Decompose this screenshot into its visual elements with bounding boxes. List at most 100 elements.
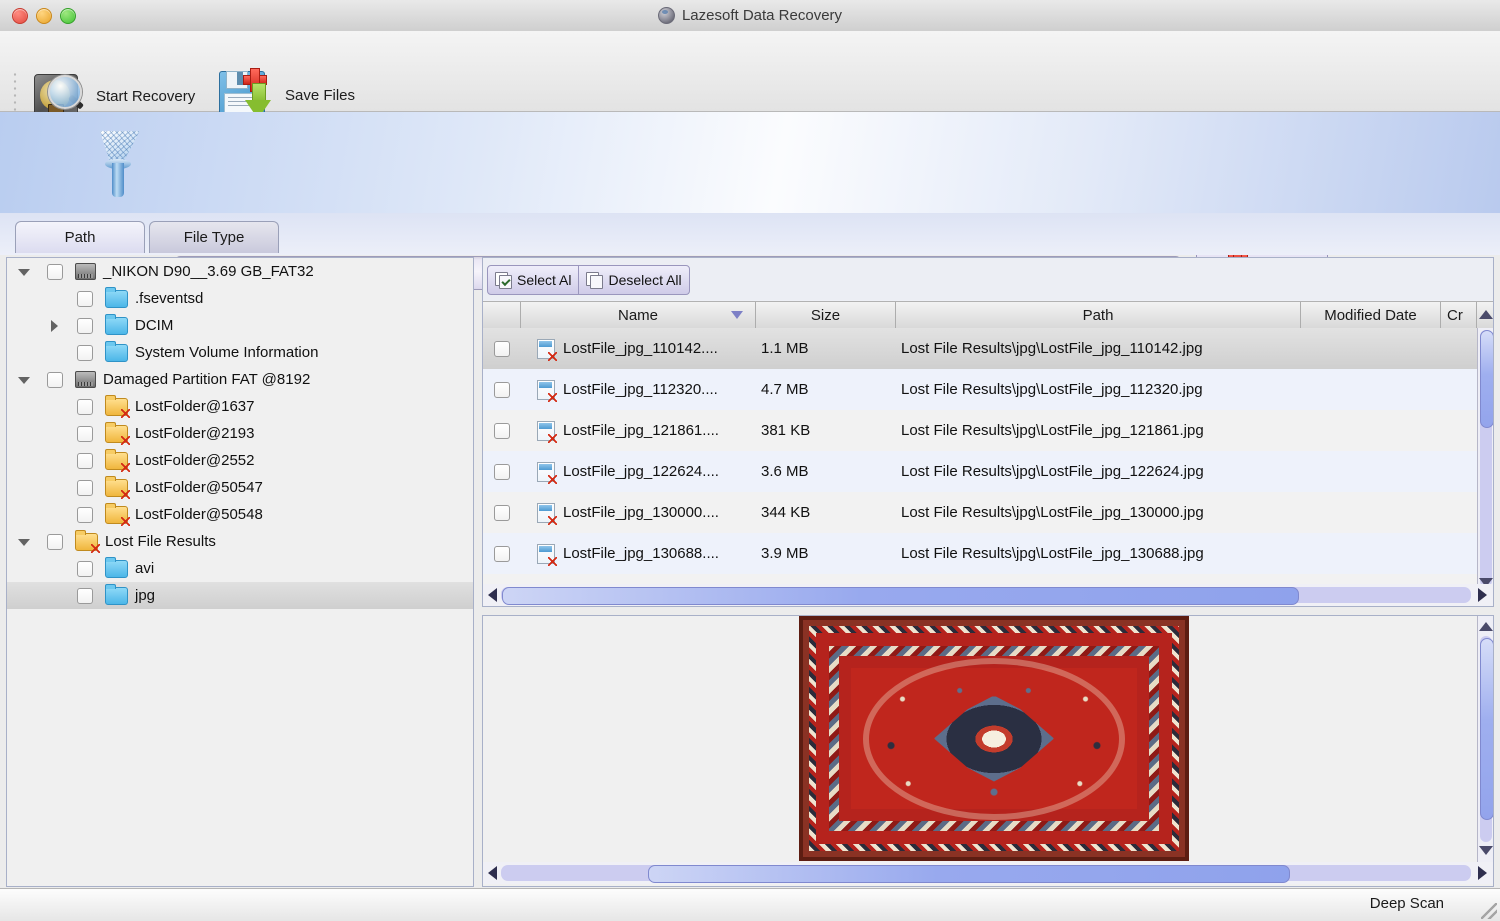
tree-item[interactable]: LostFolder@50547 [7,474,473,501]
window-title-text: Lazesoft Data Recovery [682,7,842,24]
row-name-cell: LostFile_jpg_110142.... [521,339,756,359]
row-checkbox-cell [483,423,521,439]
row-checkbox[interactable] [494,464,510,480]
row-checkbox[interactable] [494,546,510,562]
column-header-created-date[interactable]: Cr [1441,302,1477,329]
row-name-label: LostFile_jpg_110142.... [563,340,718,357]
chevron-down-icon[interactable] [17,265,31,279]
select-all-button[interactable]: Select Al [488,266,578,294]
application-window: Lazesoft Data Recovery Start Recovery Sa… [0,0,1500,920]
lost-jpg-file-icon [537,380,555,400]
row-checkbox[interactable] [494,382,510,398]
file-list-scroll-thumb[interactable] [1480,330,1494,428]
preview-horizontal-scrollbar[interactable] [483,862,1493,884]
tree-item[interactable]: LostFolder@50548 [7,501,473,528]
tree-item-checkbox[interactable] [77,507,93,523]
file-list-vertical-scrollbar[interactable] [1477,328,1494,589]
folder-icon [105,317,128,335]
table-row[interactable]: LostFile_jpg_110142....1.1 MBLost File R… [483,328,1477,369]
row-name-cell: LostFile_jpg_121861.... [521,421,756,441]
tree-item-checkbox[interactable] [77,345,93,361]
lost-folder-icon [105,398,128,416]
scroll-up-button[interactable] [1478,301,1494,328]
close-window-button[interactable] [12,8,28,24]
column-header-check[interactable] [483,302,521,329]
column-header-size[interactable]: Size [756,302,896,329]
tree-item-label: System Volume Information [135,344,318,361]
file-list-horizontal-scrollbar[interactable] [483,584,1493,606]
file-list-hscroll-thumb[interactable] [502,587,1299,605]
column-header-path[interactable]: Path [896,302,1301,329]
row-checkbox-cell [483,341,521,357]
table-row[interactable]: LostFile_jpg_130688....3.9 MBLost File R… [483,533,1477,574]
tree-item[interactable]: LostFolder@1637 [7,393,473,420]
column-header-name[interactable]: Name [521,302,756,329]
select-all-icon [495,272,512,288]
tree-item-checkbox[interactable] [77,453,93,469]
row-checkbox-cell [483,382,521,398]
tree-item[interactable]: DCIM [7,312,473,339]
chevron-right-icon[interactable] [47,319,61,333]
preview-scroll-up-button[interactable] [1478,616,1494,636]
path-tree: _NIKON D90__3.69 GB_FAT32.fseventsdDCIM S… [7,258,473,609]
lost-folder-icon [105,506,128,524]
window-title: Lazesoft Data Recovery [0,7,1500,24]
tree-item[interactable]: _NIKON D90__3.69 GB_FAT32 [7,258,473,285]
resize-grip[interactable] [1481,903,1497,919]
preview-scroll-right-button[interactable] [1473,862,1491,884]
tree-item-checkbox[interactable] [77,318,93,334]
tree-item-checkbox[interactable] [47,372,63,388]
table-row[interactable]: LostFile_jpg_122624....3.6 MBLost File R… [483,451,1477,492]
tree-item[interactable]: Damaged Partition FAT @8192 [7,366,473,393]
tree-item-checkbox[interactable] [77,588,93,604]
column-header-modified-date[interactable]: Modified Date [1301,302,1441,329]
tree-item[interactable]: .fseventsd [7,285,473,312]
tree-item-label: LostFolder@2552 [135,452,254,469]
tree-item-checkbox[interactable] [77,426,93,442]
deselect-all-icon [586,272,603,288]
row-checkbox[interactable] [494,341,510,357]
tree-item[interactable]: Lost File Results [7,528,473,555]
deselect-all-button[interactable]: Deselect All [578,266,688,294]
tree-item[interactable]: LostFolder@2552 [7,447,473,474]
scroll-right-button[interactable] [1473,584,1491,606]
row-checkbox[interactable] [494,505,510,521]
column-header-path-label: Path [1083,307,1114,324]
column-header-name-label: Name [618,307,658,324]
zoom-window-button[interactable] [60,8,76,24]
row-name-cell: LostFile_jpg_130000.... [521,503,756,523]
tree-item-checkbox[interactable] [77,291,93,307]
toolbar-drag-grip[interactable] [13,71,17,111]
row-checkbox[interactable] [494,423,510,439]
tree-item[interactable]: System Volume Information [7,339,473,366]
tree-item[interactable]: avi [7,555,473,582]
preview-scroll-thumb[interactable] [1480,638,1494,820]
row-size-cell: 344 KB [756,504,896,521]
table-row[interactable]: LostFile_jpg_130000....344 KBLost File R… [483,492,1477,533]
tree-item-checkbox[interactable] [47,534,63,550]
lost-jpg-file-icon [537,544,555,564]
table-row[interactable]: LostFile_jpg_121861....381 KBLost File R… [483,410,1477,451]
tree-item-checkbox[interactable] [77,480,93,496]
file-list-rows: LostFile_jpg_110142....1.1 MBLost File R… [483,328,1477,589]
tree-spacer [47,562,61,576]
preview-scroll-down-button[interactable] [1478,840,1494,860]
table-row[interactable]: LostFile_jpg_112320....4.7 MBLost File R… [483,369,1477,410]
row-size-cell: 3.6 MB [756,463,896,480]
preview-scroll-left-button[interactable] [483,862,501,884]
preview-hscroll-thumb[interactable] [648,865,1290,883]
preview-vertical-scrollbar[interactable] [1477,616,1494,862]
chevron-down-icon[interactable] [17,535,31,549]
tree-item-checkbox[interactable] [77,561,93,577]
tab-path[interactable]: Path [15,221,145,253]
minimize-window-button[interactable] [36,8,52,24]
tree-item[interactable]: LostFolder@2193 [7,420,473,447]
row-checkbox-cell [483,464,521,480]
chevron-down-icon[interactable] [17,373,31,387]
tree-item[interactable]: jpg [7,582,473,609]
tab-file-type[interactable]: File Type [149,221,279,253]
scroll-left-button[interactable] [483,584,501,606]
row-path-cell: Lost File Results\jpg\LostFile_jpg_11232… [896,381,1456,398]
tree-item-checkbox[interactable] [47,264,63,280]
tree-item-checkbox[interactable] [77,399,93,415]
